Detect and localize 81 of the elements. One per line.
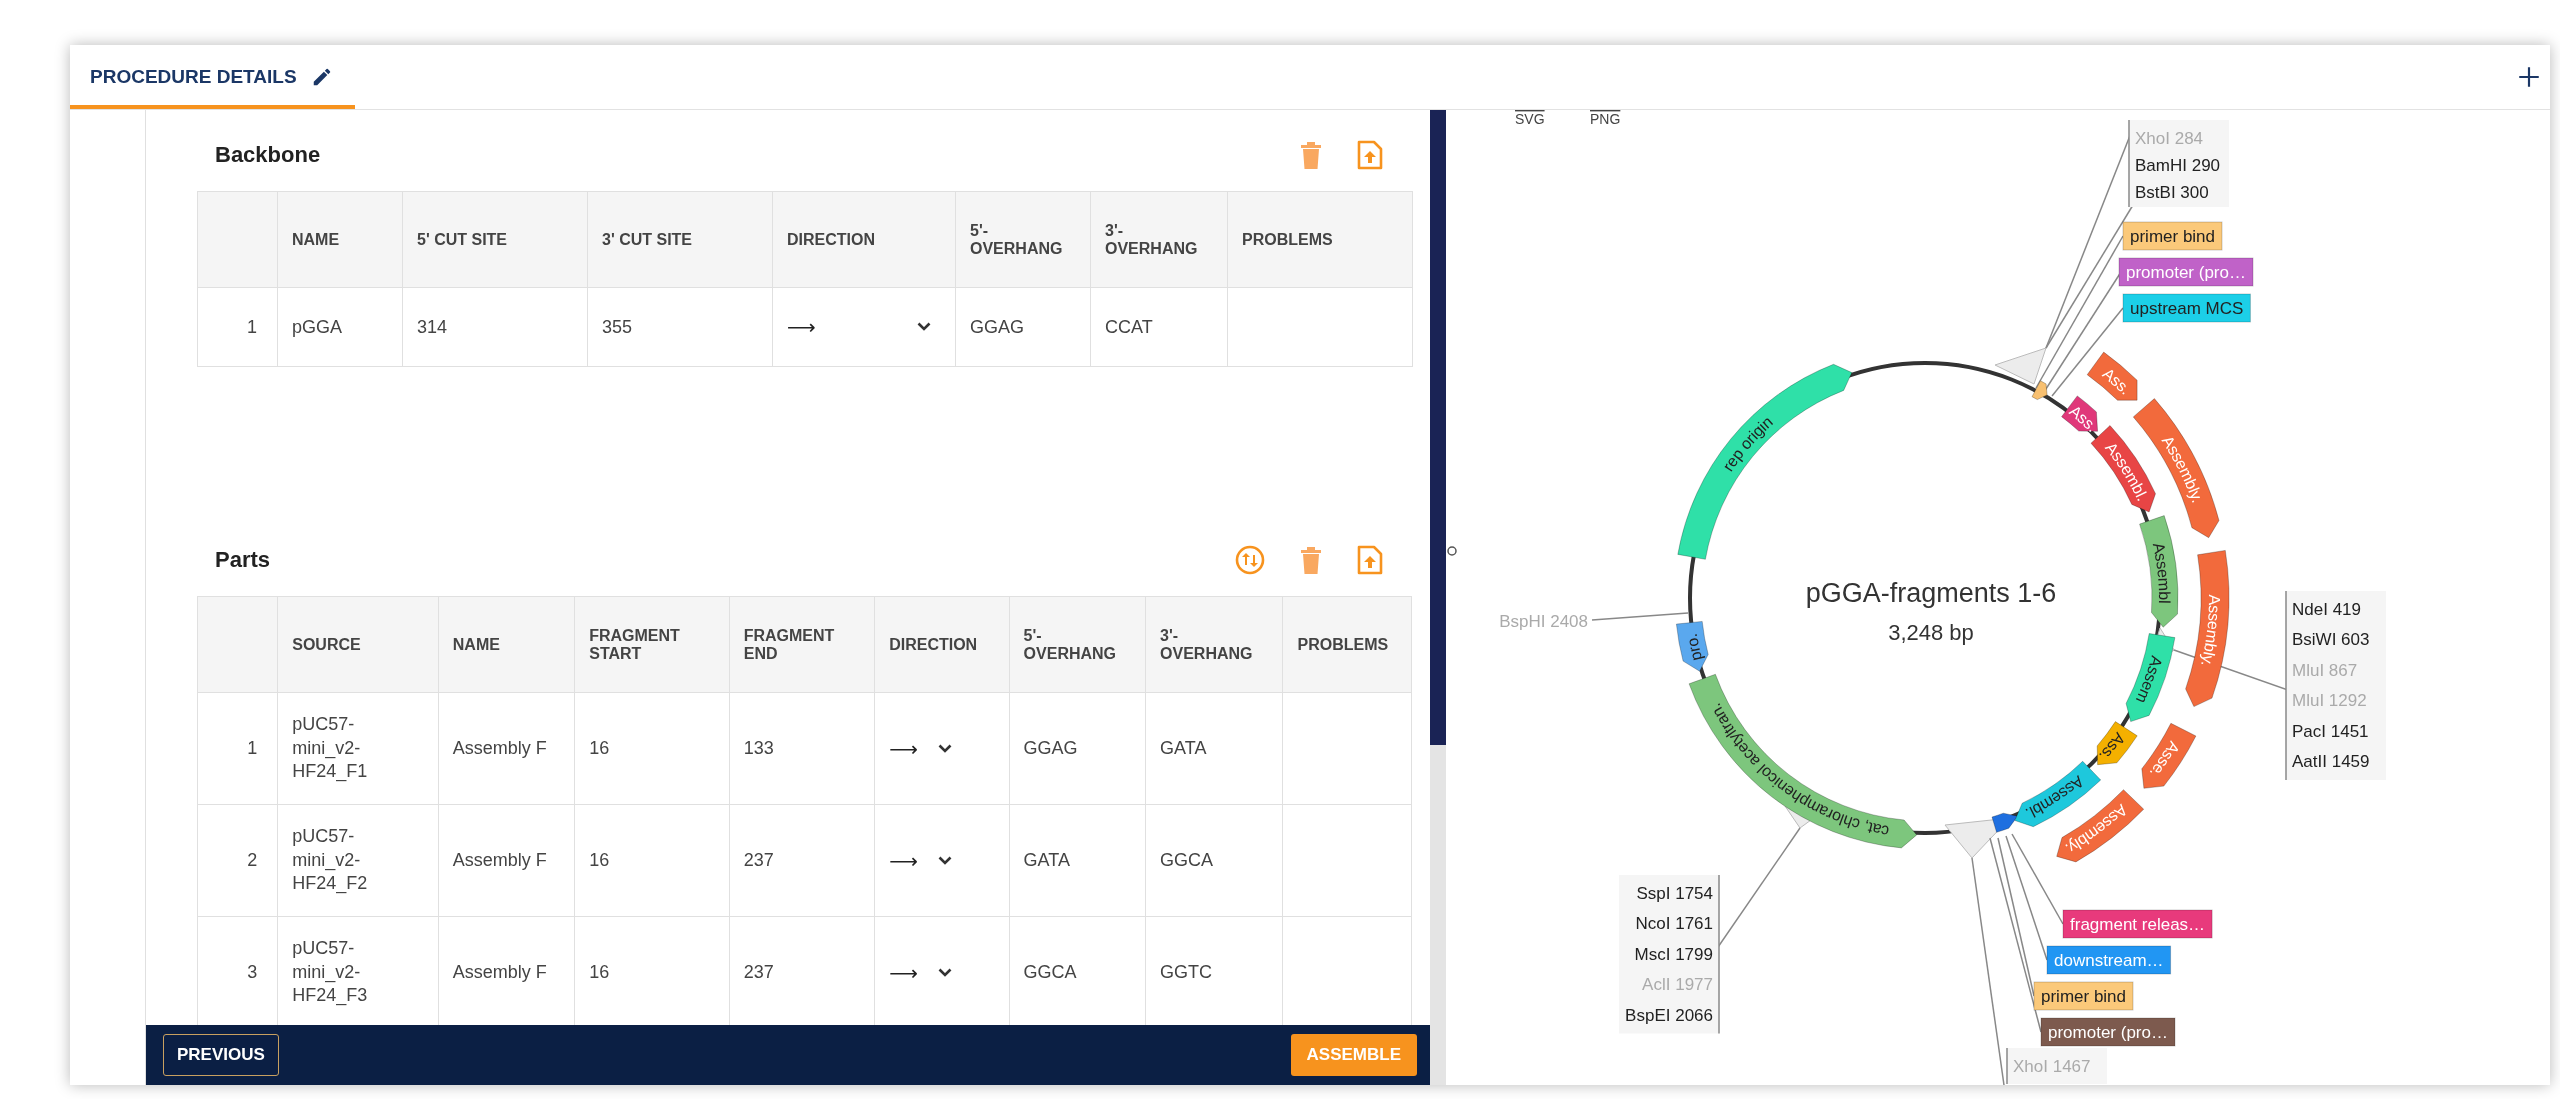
cut-site-label[interactable]: PacI 1451 [2292,721,2369,741]
cut-site-label[interactable]: BstBI 300 [2135,182,2209,202]
row-number: 1 [247,316,257,337]
cut-site-label[interactable]: SspI 1754 [1636,883,1713,903]
column-header: NAME [292,230,341,249]
column-header: DIRECTION [787,230,876,249]
feature-arrow[interactable]: pro. [1675,620,1709,672]
table-cell: 314 [417,316,448,337]
resize-handle-icon[interactable] [1447,546,1457,556]
table-cell: GGCA [1160,850,1214,870]
table-cell: pGGA [292,316,343,337]
column-header: FRAGMENT END [743,626,836,663]
chevron-icon[interactable] [917,322,931,332]
column-header: 5' CUT SITE [417,230,509,249]
section-title: Parts [215,546,271,573]
feature-tag[interactable]: fragment releas… [2062,909,2213,939]
cut-site-wedge [1994,347,2047,385]
column-header: SOURCE [292,635,362,654]
cut-site-label[interactable]: AatII 1459 [2292,752,2370,771]
plasmid-name: pGGA-fragments 1-6 [1805,578,2057,608]
row-number: 3 [247,962,258,982]
table-cell: 355 [602,316,633,337]
feature-arrow[interactable] [1991,812,2019,833]
direction-select[interactable]: ⟶ [889,848,995,873]
table-cell: GGCA [1023,962,1077,982]
table-cell: 16 [589,850,610,870]
export-link[interactable]: PNG [1590,111,1621,127]
tab[interactable]: PROCEDURE DETAILS [70,45,355,109]
feature-tag[interactable]: promoter (pro… [2118,257,2254,287]
previous-button[interactable]: PREVIOUS [163,1034,279,1076]
column-header: 3'-OVERHANG [1105,221,1199,258]
export-link[interactable]: SVG [1515,111,1545,127]
table-cell: 133 [743,738,774,758]
cut-site-label[interactable]: BsiWI 603 [2292,630,2370,649]
column-header: 5'-OVERHANG [1023,626,1118,663]
cut-site-label[interactable]: MscI 1799 [1634,944,1713,964]
table-cell: Assembly F [452,850,547,870]
table-cell: GATA [1160,738,1207,758]
cut-site-label[interactable]: NcoI 1761 [1635,914,1713,933]
column-header: DIRECTION [889,635,979,654]
table-cell: 237 [743,850,774,870]
column-header: 3'-OVERHANG [1160,626,1254,663]
direction-select[interactable]: ⟶ [889,960,995,985]
column-header: 5'-OVERHANG [970,221,1064,258]
chevron-icon[interactable] [937,967,952,978]
table-cell: GATA [1023,850,1070,870]
column-header: 3' CUT SITE [602,230,694,249]
table-cell: 16 [589,738,610,758]
table-cell: GGAG [1023,738,1078,758]
feature-tag[interactable]: promoter (pro… [2040,1017,2176,1047]
direction-select[interactable]: ⟶ [889,736,995,761]
table-cell: GGAG [970,316,1024,337]
feature-tag[interactable]: primer bind [2033,981,2134,1011]
plasmid-length: 3,248 bp [1888,620,1974,645]
row-number: 2 [247,850,258,870]
feature-tag[interactable]: primer bind [2122,221,2223,251]
table-cell-text: pUC57-mini_v2-HF24_F1 [292,713,369,784]
table-cell: 237 [743,962,774,982]
cut-site-label[interactable]: BamHI 290 [2135,155,2221,175]
table-cell: GGTC [1160,962,1213,982]
table-cell: Assembly F [452,962,547,982]
chevron-icon[interactable] [937,855,952,866]
row-number: 1 [247,738,258,758]
feature-tag[interactable]: upstream MCS [2122,293,2251,323]
column-header: NAME [452,635,501,654]
chevron-icon[interactable] [937,743,952,754]
table-cell-text: pUC57-mini_v2-HF24_F2 [292,825,369,896]
feature-arrow[interactable]: Ass. [2096,721,2138,766]
scrollbar-thumb[interactable] [1430,110,1446,745]
section-title: Backbone [215,141,321,168]
column-header: PROBLEMS [1297,635,1390,654]
feature-arrow[interactable] [2031,380,2048,401]
table-cell: 16 [589,962,610,982]
table-cell-text: pUC57-mini_v2-HF24_F3 [292,937,369,1008]
column-header: PROBLEMS [1242,230,1334,249]
table-cell: Assembly F [452,738,547,758]
cut-site-label[interactable]: NdeI 419 [2292,599,2361,619]
column-header: FRAGMENT START [589,626,681,663]
table-cell: CCAT [1105,316,1153,337]
plus-icon[interactable] [2516,64,2542,90]
cut-site-label[interactable]: BspEI 2066 [1625,1005,1713,1025]
